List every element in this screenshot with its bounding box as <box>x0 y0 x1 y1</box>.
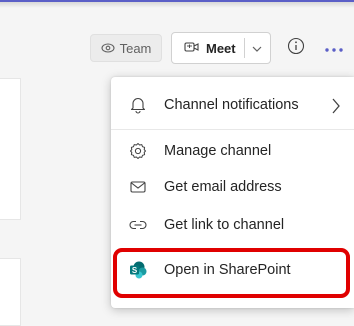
posts-panel <box>0 78 21 220</box>
link-icon <box>129 216 147 234</box>
menu-item-manage-channel[interactable]: Manage channel <box>111 133 354 169</box>
chevron-down-icon <box>252 39 262 57</box>
mail-icon <box>129 178 147 196</box>
highlight-annotation-box <box>113 248 350 298</box>
meet-label: Meet <box>206 40 236 56</box>
menu-item-channel-notifications[interactable]: Channel notifications <box>111 87 354 123</box>
menu-item-label: Get link to channel <box>164 217 285 233</box>
meet-dropdown-button[interactable] <box>245 33 269 63</box>
team-label: Team <box>119 40 152 56</box>
gear-icon <box>129 142 147 160</box>
menu-item-label: Manage channel <box>164 143 272 159</box>
more-options-button[interactable] <box>319 36 349 60</box>
team-button[interactable]: Team <box>90 34 162 62</box>
meet-split-button: Meet <box>171 32 271 64</box>
channel-header: Team Meet <box>0 28 354 66</box>
channel-info-button[interactable] <box>286 37 306 60</box>
menu-item-get-email-address[interactable]: Get email address <box>111 169 354 205</box>
bell-icon <box>129 96 147 114</box>
menu-item-get-link-to-channel[interactable]: Get link to channel <box>111 207 354 243</box>
more-dots-icon <box>325 39 343 57</box>
chevron-right-icon <box>331 98 341 119</box>
top-shadow <box>0 2 354 8</box>
video-camera-icon <box>184 41 200 56</box>
menu-item-label: Channel notifications <box>164 97 299 113</box>
meet-button[interactable]: Meet <box>172 33 244 63</box>
posts-panel-lower <box>0 258 21 326</box>
menu-item-label: Get email address <box>164 179 282 195</box>
menu-divider <box>111 129 354 130</box>
info-icon <box>287 37 305 60</box>
eye-icon <box>101 41 115 56</box>
